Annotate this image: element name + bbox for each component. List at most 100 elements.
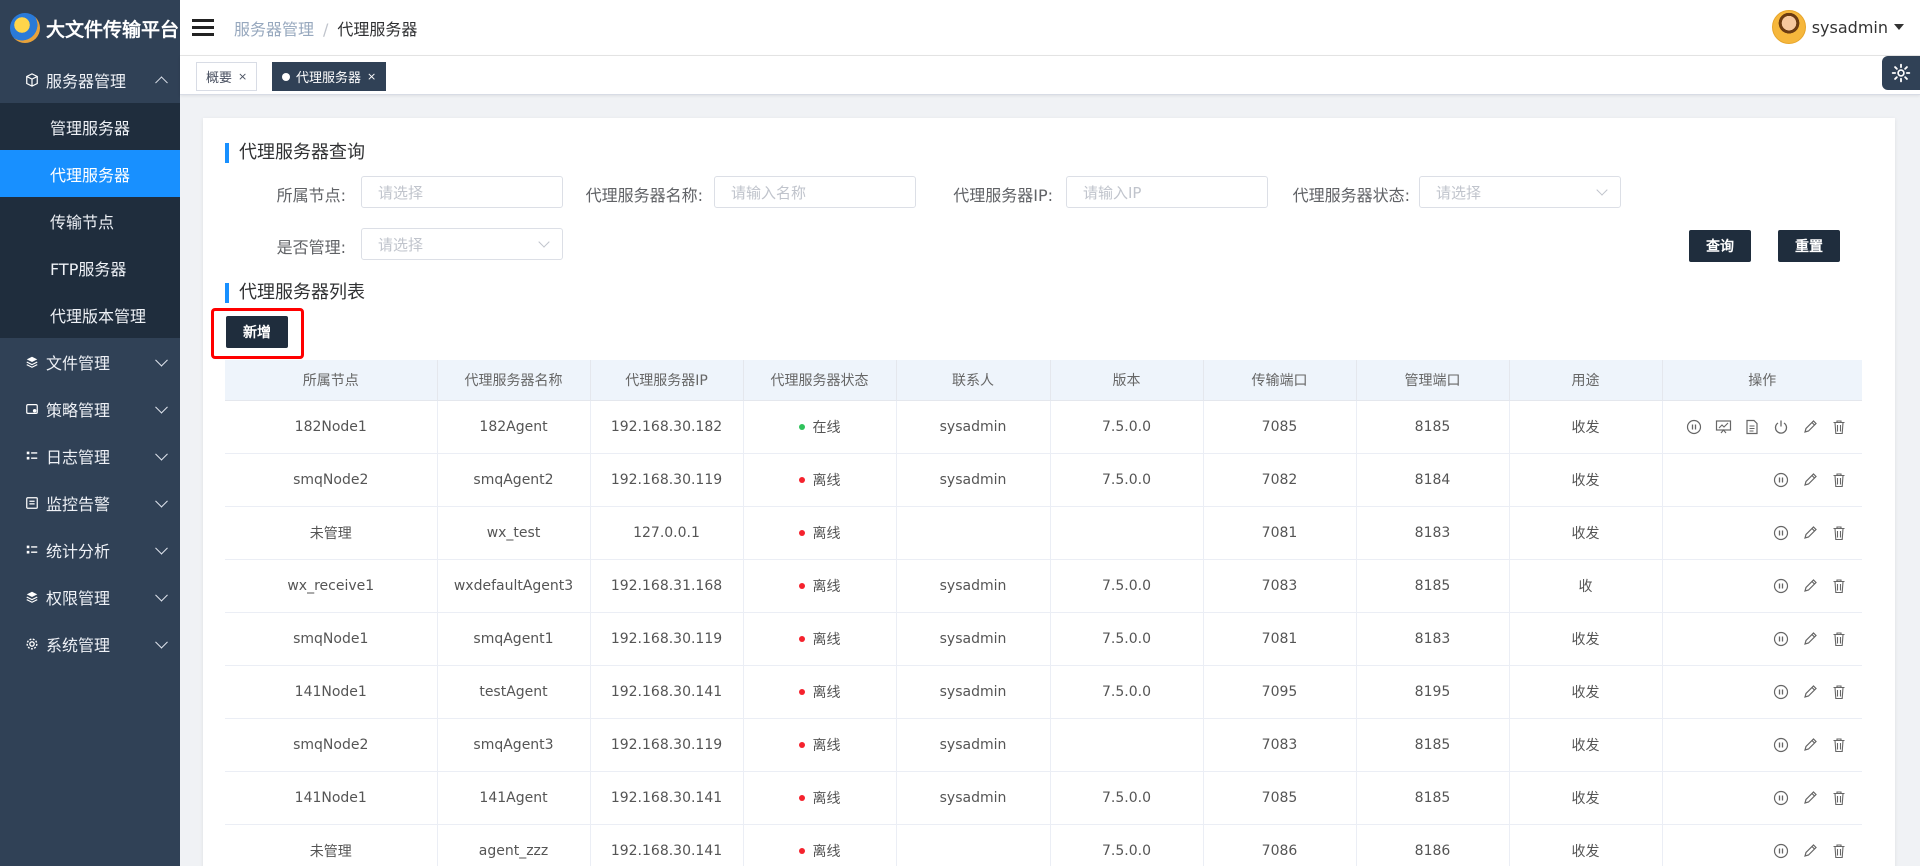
monitor-chart-icon[interactable] bbox=[1714, 418, 1732, 436]
sidebar: 大文件传输平台 服务器管理管理服务器代理服务器传输节点 FTP服务器 代理版本管理文… bbox=[0, 0, 180, 866]
node-cell: smqNode2 bbox=[225, 453, 438, 507]
log-list-icon bbox=[24, 448, 40, 464]
sidebar-group-label: 监控告警 bbox=[46, 494, 111, 514]
tag-proxy-server[interactable]: 代理服务器 × bbox=[272, 62, 387, 91]
managed-select[interactable]: 请选择 bbox=[361, 228, 563, 260]
edit-icon[interactable] bbox=[1801, 789, 1819, 807]
sidebar-group-6[interactable]: 权限管理 bbox=[0, 573, 180, 620]
power-icon[interactable] bbox=[1772, 418, 1790, 436]
trash-icon[interactable] bbox=[1830, 789, 1848, 807]
settings-button[interactable] bbox=[1882, 56, 1920, 90]
ip-input[interactable]: 请输入IP bbox=[1066, 176, 1268, 208]
status-cell: 离线 bbox=[743, 718, 897, 772]
sidebar-group-3[interactable]: 日志管理 bbox=[0, 432, 180, 479]
pause-icon[interactable] bbox=[1772, 842, 1790, 860]
trash-icon[interactable] bbox=[1830, 683, 1848, 701]
trash-icon[interactable] bbox=[1830, 842, 1848, 860]
reset-button[interactable]: 重置 bbox=[1778, 230, 1840, 262]
search-button[interactable]: 查询 bbox=[1689, 230, 1751, 262]
edit-icon[interactable] bbox=[1801, 683, 1819, 701]
sidebar-group-7[interactable]: 系统管理 bbox=[0, 620, 180, 667]
pause-icon[interactable] bbox=[1772, 630, 1790, 648]
usage-cell: 收发 bbox=[1509, 453, 1663, 507]
pause-icon[interactable] bbox=[1772, 471, 1790, 489]
pause-icon[interactable] bbox=[1685, 418, 1703, 436]
usage-cell: 收发 bbox=[1509, 612, 1663, 666]
gear-icon bbox=[24, 636, 40, 652]
status-badge: 离线 bbox=[798, 841, 841, 861]
table-row: smqNode2 smqAgent3 192.168.30.119 离线 sysadmi… bbox=[225, 718, 1862, 772]
pause-icon[interactable] bbox=[1772, 577, 1790, 595]
close-icon[interactable]: × bbox=[367, 70, 376, 83]
status-cell: 离线 bbox=[743, 665, 897, 719]
trash-icon[interactable] bbox=[1830, 471, 1848, 489]
caret-down-icon[interactable] bbox=[1894, 24, 1904, 30]
trash-icon[interactable] bbox=[1830, 630, 1848, 648]
hamburger-menu-icon[interactable] bbox=[192, 19, 214, 36]
edit-icon[interactable] bbox=[1801, 577, 1819, 595]
sidebar-group-1[interactable]: 文件管理 bbox=[0, 338, 180, 385]
status-badge: 在线 bbox=[798, 417, 841, 437]
edit-icon[interactable] bbox=[1801, 842, 1819, 860]
sidebar-group-5[interactable]: 统计分析 bbox=[0, 526, 180, 573]
node-input[interactable]: 请选择 bbox=[361, 176, 563, 208]
sidebar-item-4[interactable]: 代理版本管理 bbox=[0, 291, 180, 338]
trash-icon[interactable] bbox=[1830, 418, 1848, 436]
name-cell: wx_test bbox=[437, 506, 591, 560]
sidebar-group-4[interactable]: 监控告警 bbox=[0, 479, 180, 526]
edit-icon[interactable] bbox=[1801, 418, 1819, 436]
trash-icon[interactable] bbox=[1830, 736, 1848, 754]
table-row: 未管理 agent_zzz 192.168.30.141 离线 7.5.0.0 7086 8… bbox=[225, 824, 1862, 866]
contact-cell: sysadmin bbox=[896, 612, 1051, 666]
edit-icon[interactable] bbox=[1801, 736, 1819, 754]
tag-overview[interactable]: 概要 × bbox=[196, 62, 258, 91]
column-header: 代理服务器IP bbox=[590, 360, 744, 401]
username[interactable]: sysadmin bbox=[1812, 18, 1888, 37]
table-header-row: 所属节点 代理服务器名称 代理服务器IP 代理服务器状态 联系人 版本 传输端口 管理端口 用途… bbox=[225, 360, 1862, 401]
edit-icon[interactable] bbox=[1801, 471, 1819, 489]
pause-icon[interactable] bbox=[1772, 736, 1790, 754]
breadcrumb-item-server-management[interactable]: 服务器管理 bbox=[234, 20, 314, 39]
sidebar-group-2[interactable]: 策略管理 bbox=[0, 385, 180, 432]
version-cell: 7.5.0.0 bbox=[1050, 400, 1204, 454]
column-header: 代理服务器状态 bbox=[743, 360, 897, 401]
mport-cell: 8195 bbox=[1356, 665, 1510, 719]
top-bar: 服务器管理 / 代理服务器 sysadmin bbox=[180, 0, 1920, 56]
name-input[interactable]: 请输入名称 bbox=[714, 176, 916, 208]
sidebar-group-0[interactable]: 服务器管理 bbox=[0, 56, 180, 103]
edit-icon[interactable] bbox=[1801, 630, 1819, 648]
offline-dot-icon bbox=[798, 582, 805, 589]
tag-label: 概要 bbox=[206, 71, 233, 86]
name-label: 代理服务器名称: bbox=[585, 186, 703, 205]
user-menu[interactable]: sysadmin bbox=[1771, 10, 1904, 44]
sidebar-group-label: 服务器管理 bbox=[46, 71, 127, 91]
sidebar-item-0[interactable]: 管理服务器 bbox=[0, 103, 180, 150]
offline-dot-icon bbox=[798, 741, 805, 748]
actions-cell bbox=[1662, 824, 1862, 866]
logo[interactable]: 大文件传输平台 bbox=[0, 0, 180, 56]
tags-view: 概要 × 代理服务器 × bbox=[180, 56, 1920, 95]
close-icon[interactable]: × bbox=[238, 70, 247, 83]
status-text: 离线 bbox=[812, 525, 841, 542]
usage-cell: 收发 bbox=[1509, 506, 1663, 560]
add-button[interactable]: 新增 bbox=[226, 316, 288, 348]
pause-icon[interactable] bbox=[1772, 789, 1790, 807]
avatar[interactable] bbox=[1771, 10, 1806, 44]
document-icon[interactable] bbox=[1743, 418, 1761, 436]
trash-icon[interactable] bbox=[1830, 524, 1848, 542]
status-cell: 离线 bbox=[743, 506, 897, 560]
sidebar-item-3[interactable]: FTP服务器 bbox=[0, 244, 180, 291]
sidebar-item-label: 代理服务器 bbox=[50, 165, 131, 185]
contact-cell: sysadmin bbox=[896, 771, 1051, 825]
usage-cell: 收 bbox=[1509, 559, 1663, 613]
trash-icon[interactable] bbox=[1830, 577, 1848, 595]
pause-icon[interactable] bbox=[1772, 683, 1790, 701]
edit-icon[interactable] bbox=[1801, 524, 1819, 542]
pause-icon[interactable] bbox=[1772, 524, 1790, 542]
name-cell: 141Agent bbox=[437, 771, 591, 825]
sidebar-item-1[interactable]: 代理服务器 bbox=[0, 150, 180, 197]
table-row: smqNode1 smqAgent1 192.168.30.119 离线 sysadmi… bbox=[225, 612, 1862, 666]
status-select[interactable]: 请选择 bbox=[1419, 176, 1621, 208]
status-text: 离线 bbox=[812, 790, 841, 807]
sidebar-item-2[interactable]: 传输节点 bbox=[0, 197, 180, 244]
